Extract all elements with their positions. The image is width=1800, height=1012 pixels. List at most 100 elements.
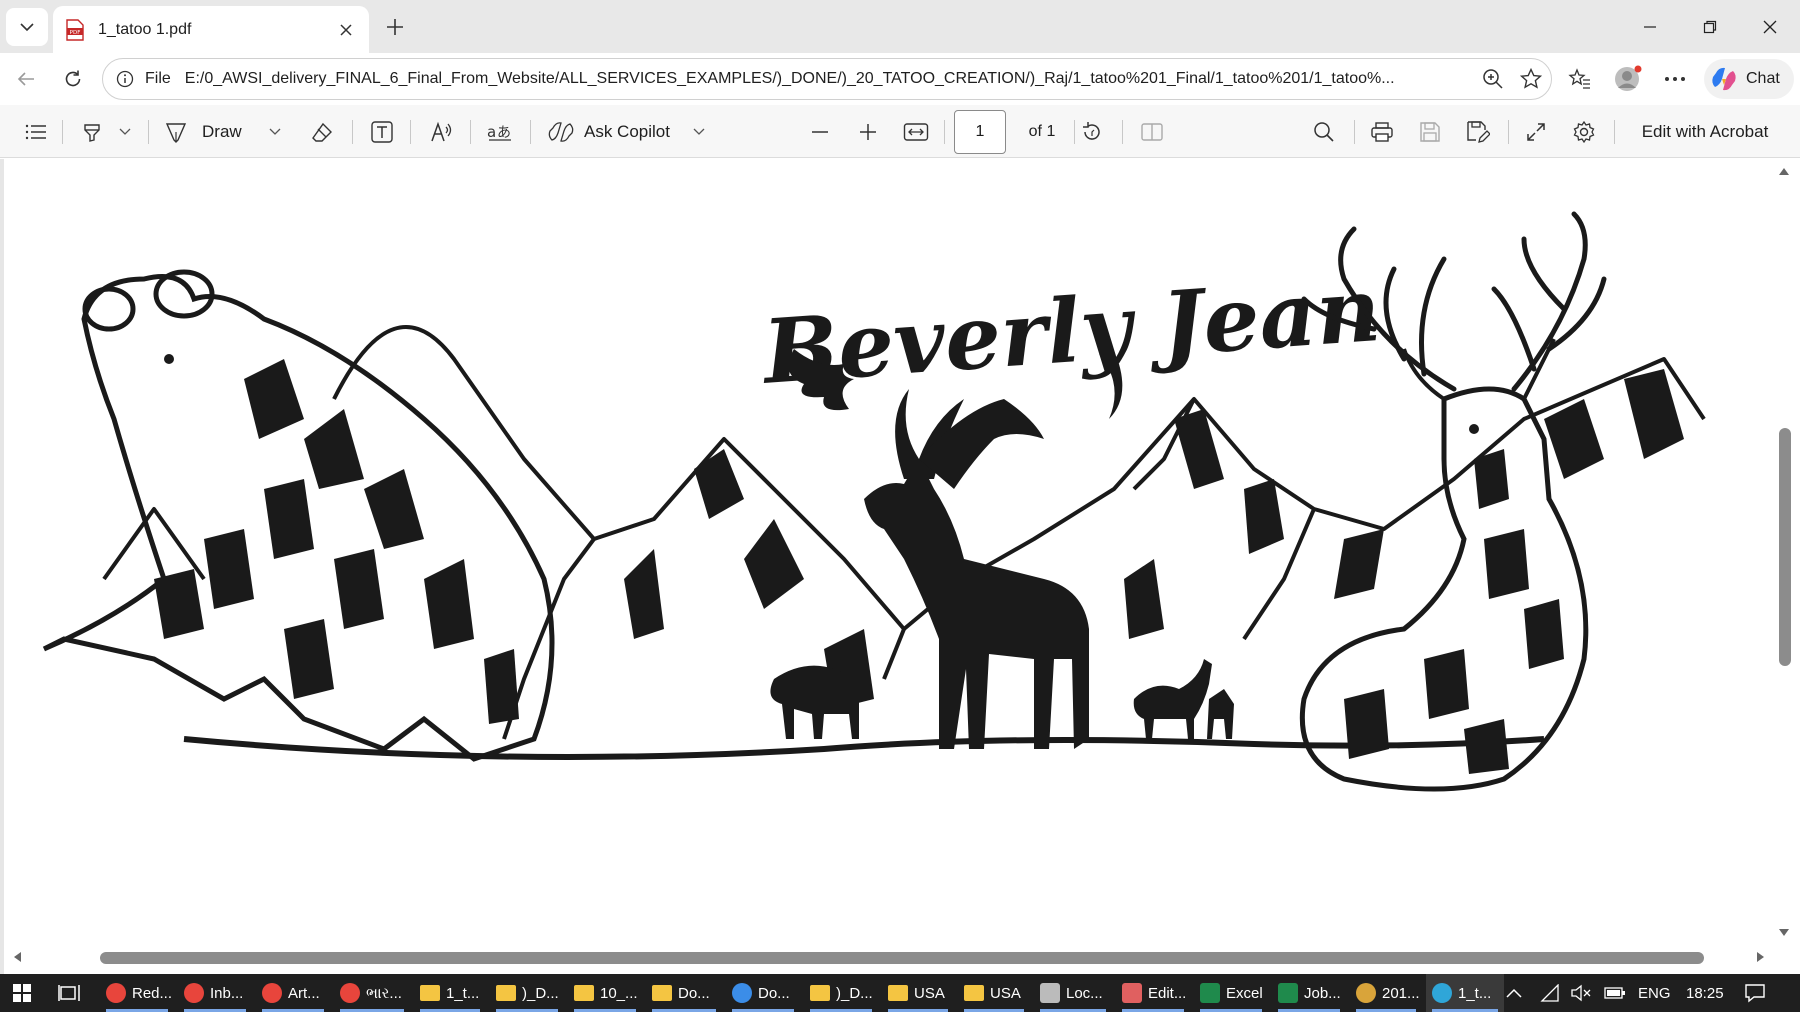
taskbar-app-label: )_D... — [522, 984, 559, 1002]
taskbar-app-button[interactable]: 1_t... — [414, 974, 486, 1012]
taskbar-app-button[interactable]: Edit... — [1116, 974, 1190, 1012]
tab-actions-menu-button[interactable] — [6, 8, 48, 46]
highlight-icon[interactable] — [74, 114, 110, 150]
scroll-up-arrow-icon[interactable] — [1775, 162, 1793, 180]
close-window-button[interactable] — [1740, 0, 1800, 53]
taskbar-app-button[interactable]: Loc... — [1034, 974, 1112, 1012]
edit-with-acrobat-button[interactable]: Edit with Acrobat — [1630, 114, 1780, 150]
taskbar-app-button[interactable]: 201... — [1350, 974, 1422, 1012]
artwork-script-title: Beverly Jean — [757, 257, 1383, 404]
toolbar-separator — [62, 120, 63, 144]
scroll-down-arrow-icon[interactable] — [1775, 924, 1793, 942]
scroll-left-arrow-icon[interactable] — [8, 948, 26, 966]
tab-title: 1_tatoo 1.pdf — [98, 20, 192, 38]
mountain-goat-illustration — [42, 269, 555, 762]
taskbar-app-button[interactable]: Job... — [1272, 974, 1346, 1012]
profile-avatar-icon[interactable] — [1610, 61, 1646, 97]
taskbar-app-button[interactable]: Do... — [726, 974, 800, 1012]
fit-to-width-icon[interactable] — [898, 114, 934, 150]
copilot-chat-button[interactable]: Chat — [1704, 59, 1794, 99]
taskbar-app-button[interactable]: USA — [958, 974, 1030, 1012]
minus-icon — [812, 131, 828, 133]
contents-list-icon[interactable] — [18, 114, 54, 150]
back-arrow-icon — [17, 72, 34, 86]
taskbar-app-button[interactable]: 10_... — [568, 974, 642, 1012]
minimize-icon — [1644, 25, 1656, 28]
taskbar-app-button[interactable]: Art... — [256, 974, 330, 1012]
toolbar-separator — [1354, 120, 1355, 144]
toolbar-separator — [148, 120, 149, 144]
taskbar-app-label: Art... — [288, 984, 320, 1002]
taskbar-app-label: 1_t... — [446, 984, 480, 1002]
ask-copilot-button[interactable]: Ask Copilot — [548, 114, 698, 150]
settings-gear-icon[interactable] — [1566, 114, 1602, 150]
ask-copilot-chevron-icon[interactable] — [688, 114, 710, 150]
vertical-scroll-thumb[interactable] — [1779, 428, 1791, 666]
tray-overflow-chevron-icon[interactable] — [1506, 974, 1522, 1012]
zoom-in-button[interactable] — [850, 114, 886, 150]
taskbar-app-button[interactable]: Inb... — [178, 974, 252, 1012]
more-options-icon[interactable] — [1657, 61, 1693, 97]
print-icon[interactable] — [1364, 114, 1400, 150]
taskbar-app-label: )_D... — [836, 984, 873, 1002]
taskbar-app-button[interactable]: Excel — [1194, 974, 1268, 1012]
info-icon[interactable] — [113, 67, 137, 91]
plus-icon — [860, 124, 876, 140]
draw-dropdown-chevron-icon[interactable] — [264, 114, 286, 150]
favorites-icon[interactable] — [1562, 61, 1598, 97]
refresh-button[interactable] — [55, 61, 91, 97]
taskbar-app-button[interactable]: 1_t... — [1426, 974, 1504, 1012]
draw-button[interactable]: Draw — [164, 114, 260, 150]
rotate-icon[interactable] — [1074, 114, 1110, 150]
taskbar-app-label: Excel — [1226, 984, 1263, 1002]
taskbar-app-button[interactable]: USA — [882, 974, 954, 1012]
taskbar-app-button[interactable]: Red... — [100, 974, 174, 1012]
battery-icon[interactable] — [1604, 974, 1626, 1012]
edge-icon — [1432, 983, 1452, 1003]
tab-close-icon[interactable] — [331, 15, 361, 45]
read-aloud-icon[interactable] — [424, 114, 460, 150]
highlight-dropdown-chevron-icon[interactable] — [114, 114, 136, 150]
start-button[interactable] — [6, 974, 42, 1012]
find-search-icon[interactable] — [1306, 114, 1342, 150]
eraser-icon[interactable] — [304, 114, 340, 150]
tab-active-pdf[interactable]: PDF 1_tatoo 1.pdf — [53, 6, 369, 53]
back-button[interactable] — [8, 61, 44, 97]
address-bar[interactable]: File E:/0_AWSI_delivery_FINAL_6_Final_Fr… — [102, 58, 1552, 100]
url-text[interactable]: E:/0_AWSI_delivery_FINAL_6_Final_From_We… — [185, 70, 1475, 88]
clock-time[interactable]: 18:25 — [1686, 974, 1724, 1012]
save-icon[interactable] — [1412, 114, 1448, 150]
toolbar-separator — [410, 120, 411, 144]
text-box-icon[interactable] — [364, 114, 400, 150]
save-as-icon[interactable] — [1460, 114, 1496, 150]
scroll-right-arrow-icon[interactable] — [1752, 948, 1770, 966]
windows-logo-icon — [13, 984, 31, 1002]
translate-icon[interactable]: aあ — [482, 114, 518, 150]
task-view-button[interactable] — [52, 974, 88, 1012]
zoom-icon[interactable] — [1481, 67, 1505, 91]
pdf-page-viewport[interactable]: Beverly Jean — [0, 159, 1800, 974]
zoom-out-button[interactable] — [802, 114, 838, 150]
taskbar-app-button[interactable]: )_D... — [804, 974, 878, 1012]
task-view-icon — [58, 985, 80, 1001]
full-screen-icon[interactable] — [1518, 114, 1554, 150]
page-view-icon[interactable] — [1134, 114, 1170, 150]
favorite-star-icon[interactable] — [1519, 67, 1543, 91]
taskbar-app-label: Do... — [758, 984, 790, 1002]
toolbar-separator — [1508, 120, 1509, 144]
taskbar-app-label: ભાર... — [366, 984, 402, 1002]
pdf-file-icon: PDF — [66, 18, 84, 41]
restore-icon — [1703, 20, 1717, 33]
restore-button[interactable] — [1680, 0, 1740, 53]
horizontal-scroll-thumb[interactable] — [100, 952, 1704, 964]
speaker-muted-icon[interactable] — [1570, 974, 1592, 1012]
taskbar-app-button[interactable]: Do... — [646, 974, 722, 1012]
taskbar-app-button[interactable]: )_D... — [490, 974, 564, 1012]
minimize-button[interactable] — [1620, 0, 1680, 53]
page-number-input[interactable]: 1 — [954, 110, 1006, 154]
new-tab-button[interactable] — [378, 10, 412, 44]
language-indicator[interactable]: ENG — [1638, 974, 1671, 1012]
taskbar-app-button[interactable]: ભાર... — [334, 974, 410, 1012]
notifications-icon[interactable] — [1744, 974, 1766, 1012]
network-icon[interactable] — [1540, 974, 1560, 1012]
